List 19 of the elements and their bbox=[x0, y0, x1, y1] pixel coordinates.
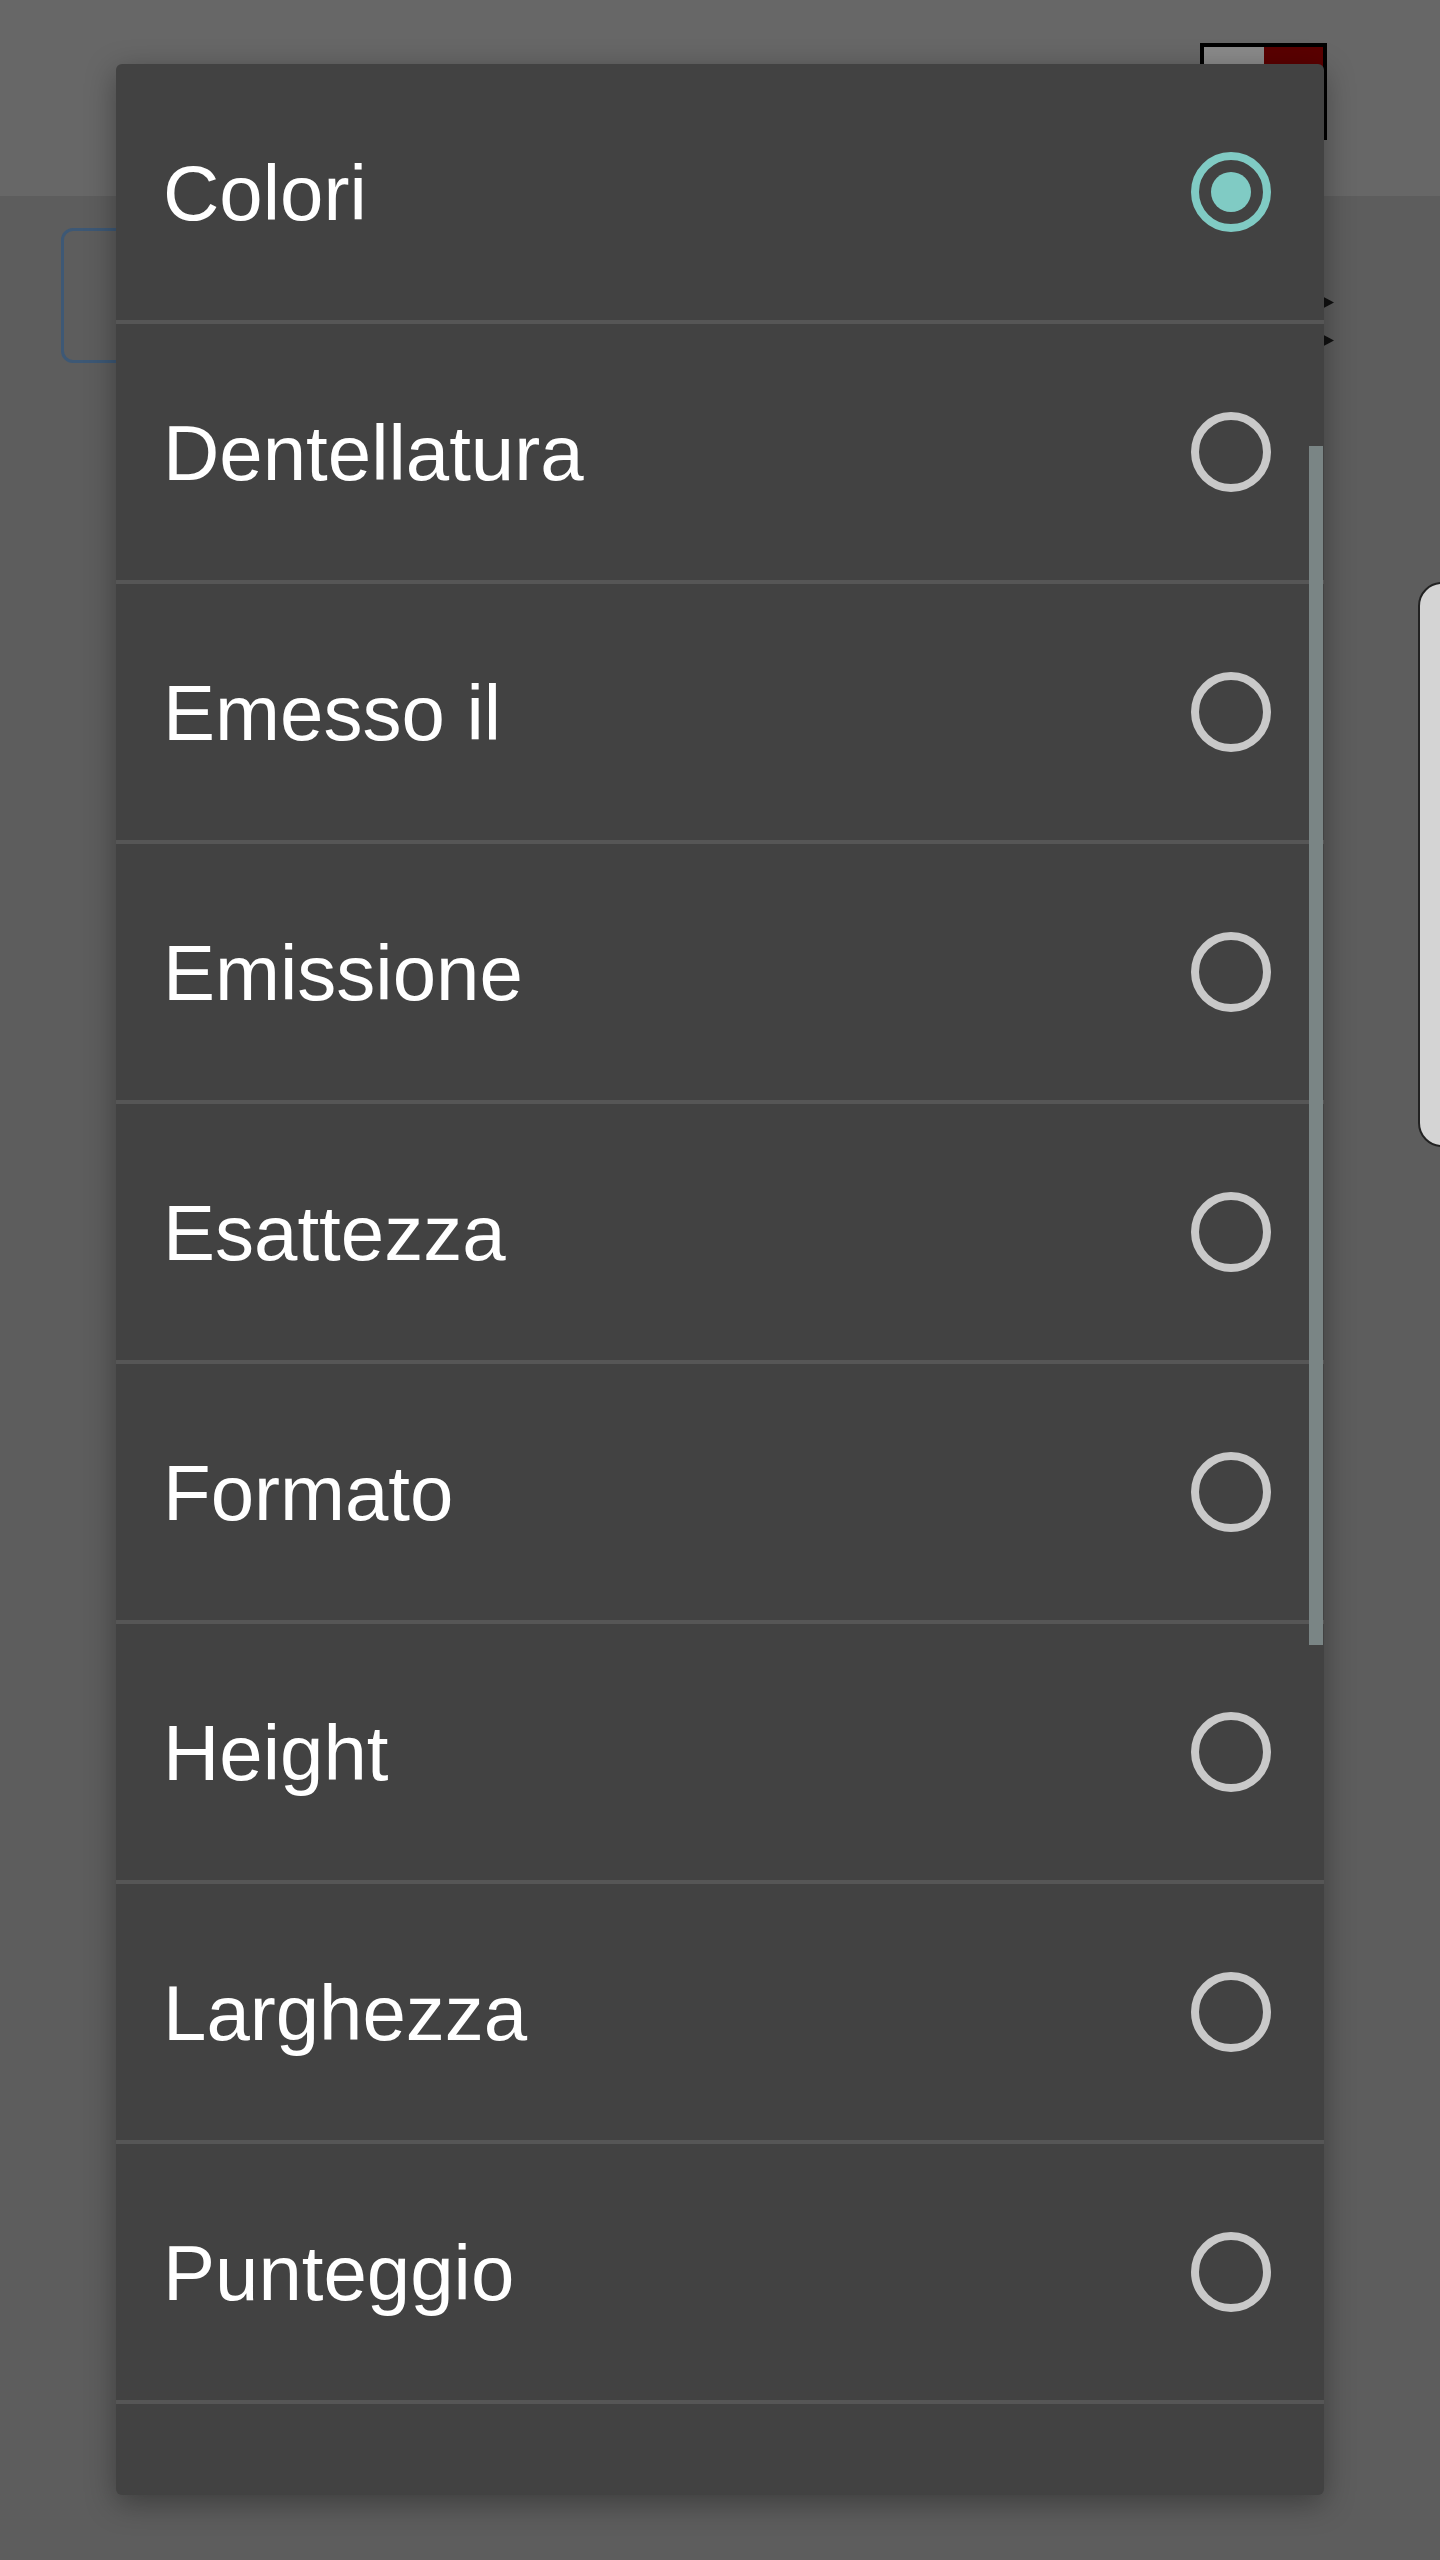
option-label[interactable]: Height bbox=[163, 1705, 389, 1799]
radio-button[interactable] bbox=[1191, 1452, 1271, 1532]
option-label[interactable]: Emesso il bbox=[163, 665, 502, 759]
radio-button[interactable] bbox=[1191, 672, 1271, 752]
option-label[interactable]: Colori bbox=[163, 145, 367, 239]
option-label[interactable]: Punteggio bbox=[163, 2225, 515, 2319]
radio-button[interactable] bbox=[1191, 1972, 1271, 2052]
radio-button[interactable] bbox=[1191, 412, 1271, 492]
radio-button[interactable] bbox=[1191, 1192, 1271, 1272]
radio-button[interactable] bbox=[1191, 2232, 1271, 2312]
option-label[interactable]: Larghezza bbox=[163, 1965, 528, 2059]
option-label[interactable]: Emissione bbox=[163, 925, 523, 1019]
option-label[interactable]: Esattezza bbox=[163, 1185, 506, 1279]
option-label[interactable]: Dentellatura bbox=[163, 405, 584, 499]
scrollbar-thumb[interactable] bbox=[1309, 446, 1323, 1645]
radio-button[interactable] bbox=[1191, 1712, 1271, 1792]
radio-button[interactable] bbox=[1191, 932, 1271, 1012]
option-label[interactable]: Formato bbox=[163, 1445, 454, 1539]
radio-button[interactable] bbox=[1191, 152, 1271, 232]
